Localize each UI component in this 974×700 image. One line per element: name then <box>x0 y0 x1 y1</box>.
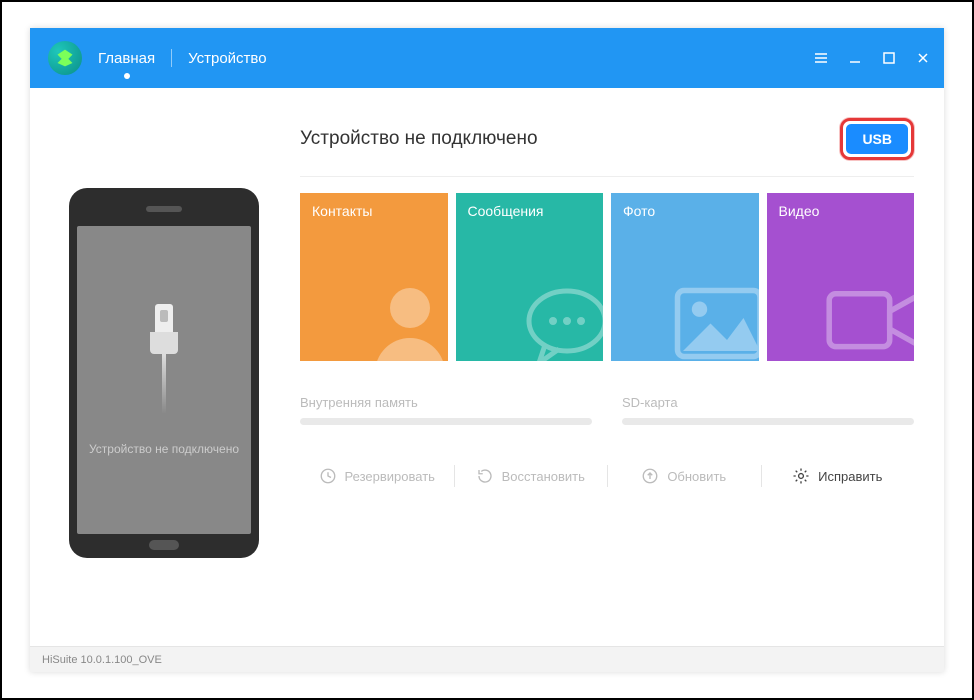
action-fix-label: Исправить <box>818 469 882 484</box>
action-backup-label: Резервировать <box>345 469 435 484</box>
tab-device[interactable]: Устройство <box>188 40 266 77</box>
maximize-icon[interactable] <box>882 51 896 65</box>
photo-icon <box>661 263 759 361</box>
messages-icon <box>515 273 603 361</box>
action-update-label: Обновить <box>667 469 726 484</box>
menu-icon[interactable] <box>814 51 828 65</box>
main-panel: Устройство не подключено USB Контакты Со… <box>300 118 914 628</box>
action-restore[interactable]: Восстановить <box>454 461 608 491</box>
restore-icon <box>476 467 494 485</box>
storage-sd-bar <box>622 418 914 425</box>
storage-sd: SD-карта <box>622 395 914 425</box>
tile-messages[interactable]: Сообщения <box>456 193 604 361</box>
tile-contacts[interactable]: Контакты <box>300 193 448 361</box>
tile-contacts-label: Контакты <box>312 203 372 219</box>
action-backup[interactable]: Резервировать <box>300 461 454 491</box>
phone-screen: Устройство не подключено <box>77 226 251 534</box>
tab-device-label: Устройство <box>188 50 266 67</box>
usb-plug-icon <box>144 304 184 414</box>
action-update[interactable]: Обновить <box>607 461 761 491</box>
action-restore-label: Восстановить <box>502 469 585 484</box>
storage-section: Внутренняя память SD-карта <box>300 395 914 425</box>
storage-internal-label: Внутренняя память <box>300 395 592 410</box>
version-text: HiSuite 10.0.1.100_OVE <box>42 654 162 666</box>
usb-button-highlight: USB <box>840 118 914 160</box>
main-content: Устройство не подключено Устройство не п… <box>30 88 944 646</box>
close-icon[interactable] <box>916 51 930 65</box>
contacts-icon <box>360 273 448 361</box>
app-logo <box>48 41 82 75</box>
window-controls <box>814 28 930 88</box>
usb-button[interactable]: USB <box>846 124 908 154</box>
nav-tabs: Главная Устройство <box>98 40 267 77</box>
title-row: Устройство не подключено USB <box>300 118 914 177</box>
page-title: Устройство не подключено <box>300 128 538 150</box>
tab-home[interactable]: Главная <box>98 40 155 77</box>
phone-mockup: Устройство не подключено <box>69 188 259 558</box>
phone-status-text: Устройство не подключено <box>89 442 239 456</box>
update-icon <box>641 467 659 485</box>
tab-home-label: Главная <box>98 50 155 67</box>
storage-sd-label: SD-карта <box>622 395 914 410</box>
status-bar: HiSuite 10.0.1.100_OVE <box>30 646 944 672</box>
tile-video[interactable]: Видео <box>767 193 915 361</box>
tile-photo-label: Фото <box>623 203 655 219</box>
title-bar: Главная Устройство <box>30 28 944 88</box>
gear-icon <box>792 467 810 485</box>
tile-photo[interactable]: Фото <box>611 193 759 361</box>
phone-home-button <box>149 540 179 550</box>
category-tiles: Контакты Сообщения Фото Видео <box>300 193 914 361</box>
storage-internal-bar <box>300 418 592 425</box>
backup-icon <box>319 467 337 485</box>
storage-internal: Внутренняя память <box>300 395 592 425</box>
tile-messages-label: Сообщения <box>468 203 544 219</box>
tile-video-label: Видео <box>779 203 820 219</box>
action-fix[interactable]: Исправить <box>761 461 915 491</box>
nav-separator <box>171 49 172 67</box>
minimize-icon[interactable] <box>848 51 862 65</box>
video-icon <box>816 263 914 361</box>
phone-panel: Устройство не подключено <box>60 118 268 628</box>
action-row: Резервировать Восстановить Обновить Испр… <box>300 461 914 491</box>
app-window: Главная Устройство Устройство не по <box>30 28 944 672</box>
